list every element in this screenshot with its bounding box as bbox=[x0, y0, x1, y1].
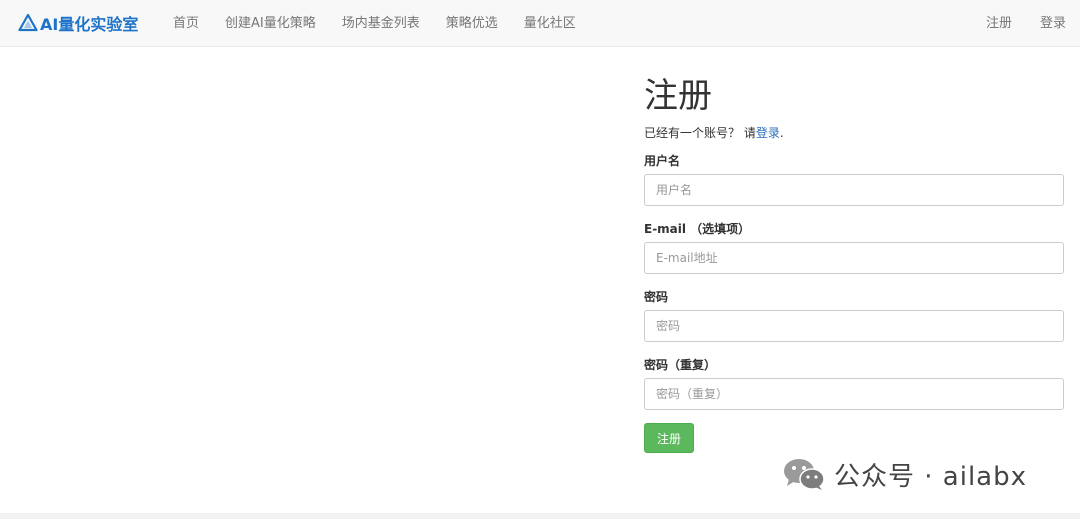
nav-register[interactable]: 注册 bbox=[972, 0, 1026, 47]
login-link[interactable]: 登录 bbox=[756, 126, 780, 140]
account-nav: 注册 登录 bbox=[972, 0, 1080, 47]
wechat-icon bbox=[784, 459, 825, 490]
username-label: 用户名 bbox=[644, 154, 681, 168]
password-input[interactable] bbox=[644, 310, 1064, 342]
brand-triangle-icon bbox=[18, 13, 38, 32]
username-input[interactable] bbox=[644, 174, 1064, 206]
nav-home[interactable]: 首页 bbox=[160, 0, 212, 47]
footer-strip bbox=[0, 513, 1080, 519]
nav-create-strategy[interactable]: 创建AI量化策略 bbox=[212, 0, 329, 47]
top-navbar: AI量化实验室 首页 创建AI量化策略 场内基金列表 策略优选 量化社区 注册 … bbox=[0, 0, 1080, 47]
page-title: 注册 bbox=[644, 76, 712, 116]
nav-community[interactable]: 量化社区 bbox=[511, 0, 589, 47]
password-confirm-label: 密码（重复） bbox=[644, 358, 717, 372]
nav-fund-list[interactable]: 场内基金列表 bbox=[329, 0, 433, 47]
register-submit-button[interactable]: 注册 bbox=[644, 423, 694, 453]
email-label: E-mail （选填项） bbox=[644, 222, 751, 236]
login-hint-prefix: 已经有一个账号？ 请 bbox=[644, 126, 756, 140]
brand-logo-link[interactable]: AI量化实验室 bbox=[18, 11, 138, 35]
password-confirm-input[interactable] bbox=[644, 378, 1064, 410]
login-hint: 已经有一个账号？ 请登录. bbox=[644, 124, 784, 142]
login-hint-suffix: . bbox=[779, 126, 784, 140]
nav-strategy-picks[interactable]: 策略优选 bbox=[433, 0, 511, 47]
watermark-text: 公众号 · ailabx bbox=[834, 461, 1027, 492]
watermark: 公众号 · ailabx bbox=[782, 456, 1027, 492]
email-input[interactable] bbox=[644, 242, 1064, 274]
nav-login[interactable]: 登录 bbox=[1026, 0, 1080, 47]
password-label: 密码 bbox=[644, 290, 669, 304]
brand-name: AI量化实验室 bbox=[40, 15, 139, 34]
main-nav: 首页 创建AI量化策略 场内基金列表 策略优选 量化社区 bbox=[160, 0, 589, 47]
